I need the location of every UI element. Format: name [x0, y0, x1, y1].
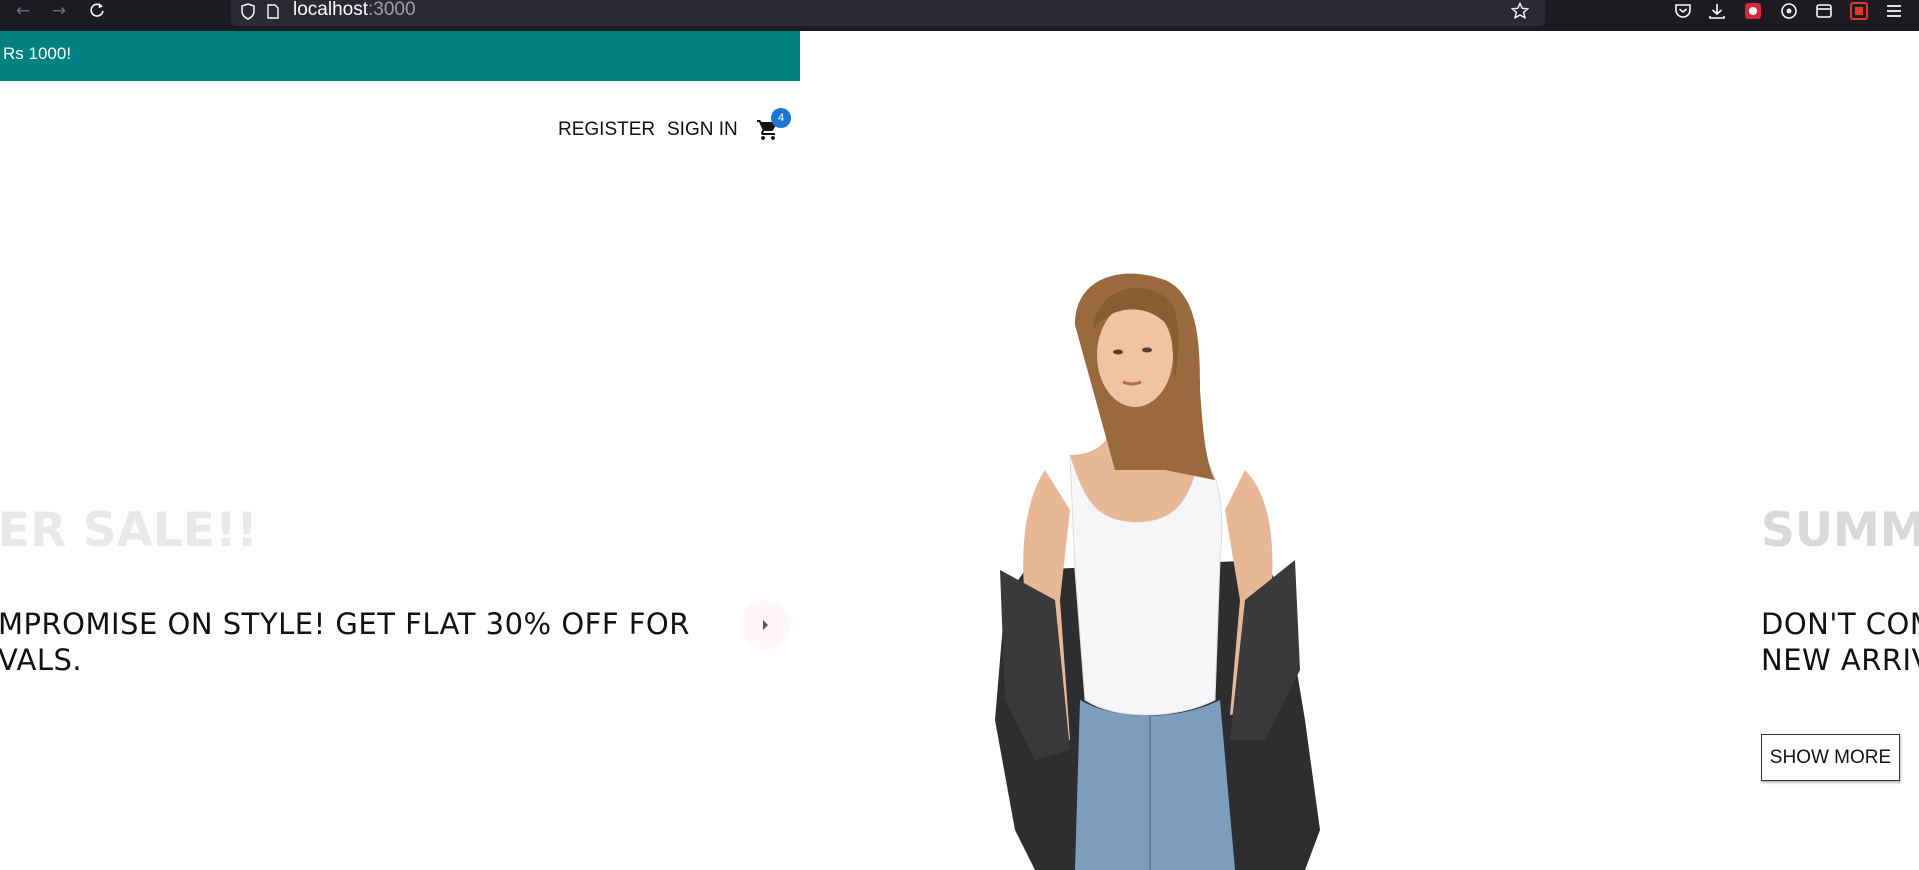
- slide-title-right: SUMM: [1761, 503, 1919, 558]
- slide-description-right-line1: DON'T COM: [1761, 607, 1919, 641]
- show-more-button[interactable]: SHOW MORE: [1761, 734, 1900, 781]
- download-icon[interactable]: [1707, 1, 1727, 21]
- cart-count-badge: 4: [771, 108, 791, 128]
- bookmark-star-icon[interactable]: [1511, 2, 1529, 20]
- pocket-icon[interactable]: [1673, 1, 1693, 21]
- page-icon: [267, 4, 279, 19]
- announcement-bar: Rs 1000!: [0, 31, 800, 81]
- container-icon[interactable]: [1814, 1, 1834, 21]
- slide-description-right-line2: NEW ARRIV: [1761, 643, 1919, 677]
- menu-icon[interactable]: [1884, 1, 1904, 21]
- slide-title-left: ER SALE!!: [0, 503, 258, 558]
- slide-description-right: DON'T COM NEW ARRIV: [1761, 606, 1919, 678]
- url-text[interactable]: localhost:3000: [293, 0, 416, 20]
- extension-square-icon[interactable]: [1849, 1, 1869, 21]
- url-bar[interactable]: localhost:3000: [231, 0, 1545, 26]
- slide-description-left-line2: VALS.: [0, 643, 83, 677]
- forward-arrow-icon[interactable]: →: [48, 2, 70, 20]
- url-port: :3000: [368, 0, 416, 20]
- browser-toolbar: ← → localhost:3000: [0, 0, 1919, 31]
- back-arrow-icon[interactable]: ←: [12, 2, 34, 20]
- slide-description-left: MPROMISE ON STYLE! GET FLAT 30% OFF FOR …: [0, 606, 690, 678]
- extension-red-icon[interactable]: [1743, 1, 1763, 21]
- shield-icon[interactable]: [241, 3, 255, 20]
- sign-in-link[interactable]: SIGN IN: [667, 119, 738, 141]
- url-host: localhost: [293, 0, 368, 20]
- slide-description-left-line1: MPROMISE ON STYLE! GET FLAT 30% OFF FOR: [0, 607, 690, 641]
- hero-model-image: [995, 273, 1320, 870]
- register-link[interactable]: REGISTER: [558, 119, 655, 141]
- chevron-right-icon: [763, 620, 768, 630]
- slider-next-button[interactable]: [740, 600, 790, 650]
- extension-gear-icon[interactable]: [1779, 1, 1799, 21]
- reload-icon[interactable]: [86, 1, 108, 19]
- announcement-text: Rs 1000!: [3, 44, 72, 63]
